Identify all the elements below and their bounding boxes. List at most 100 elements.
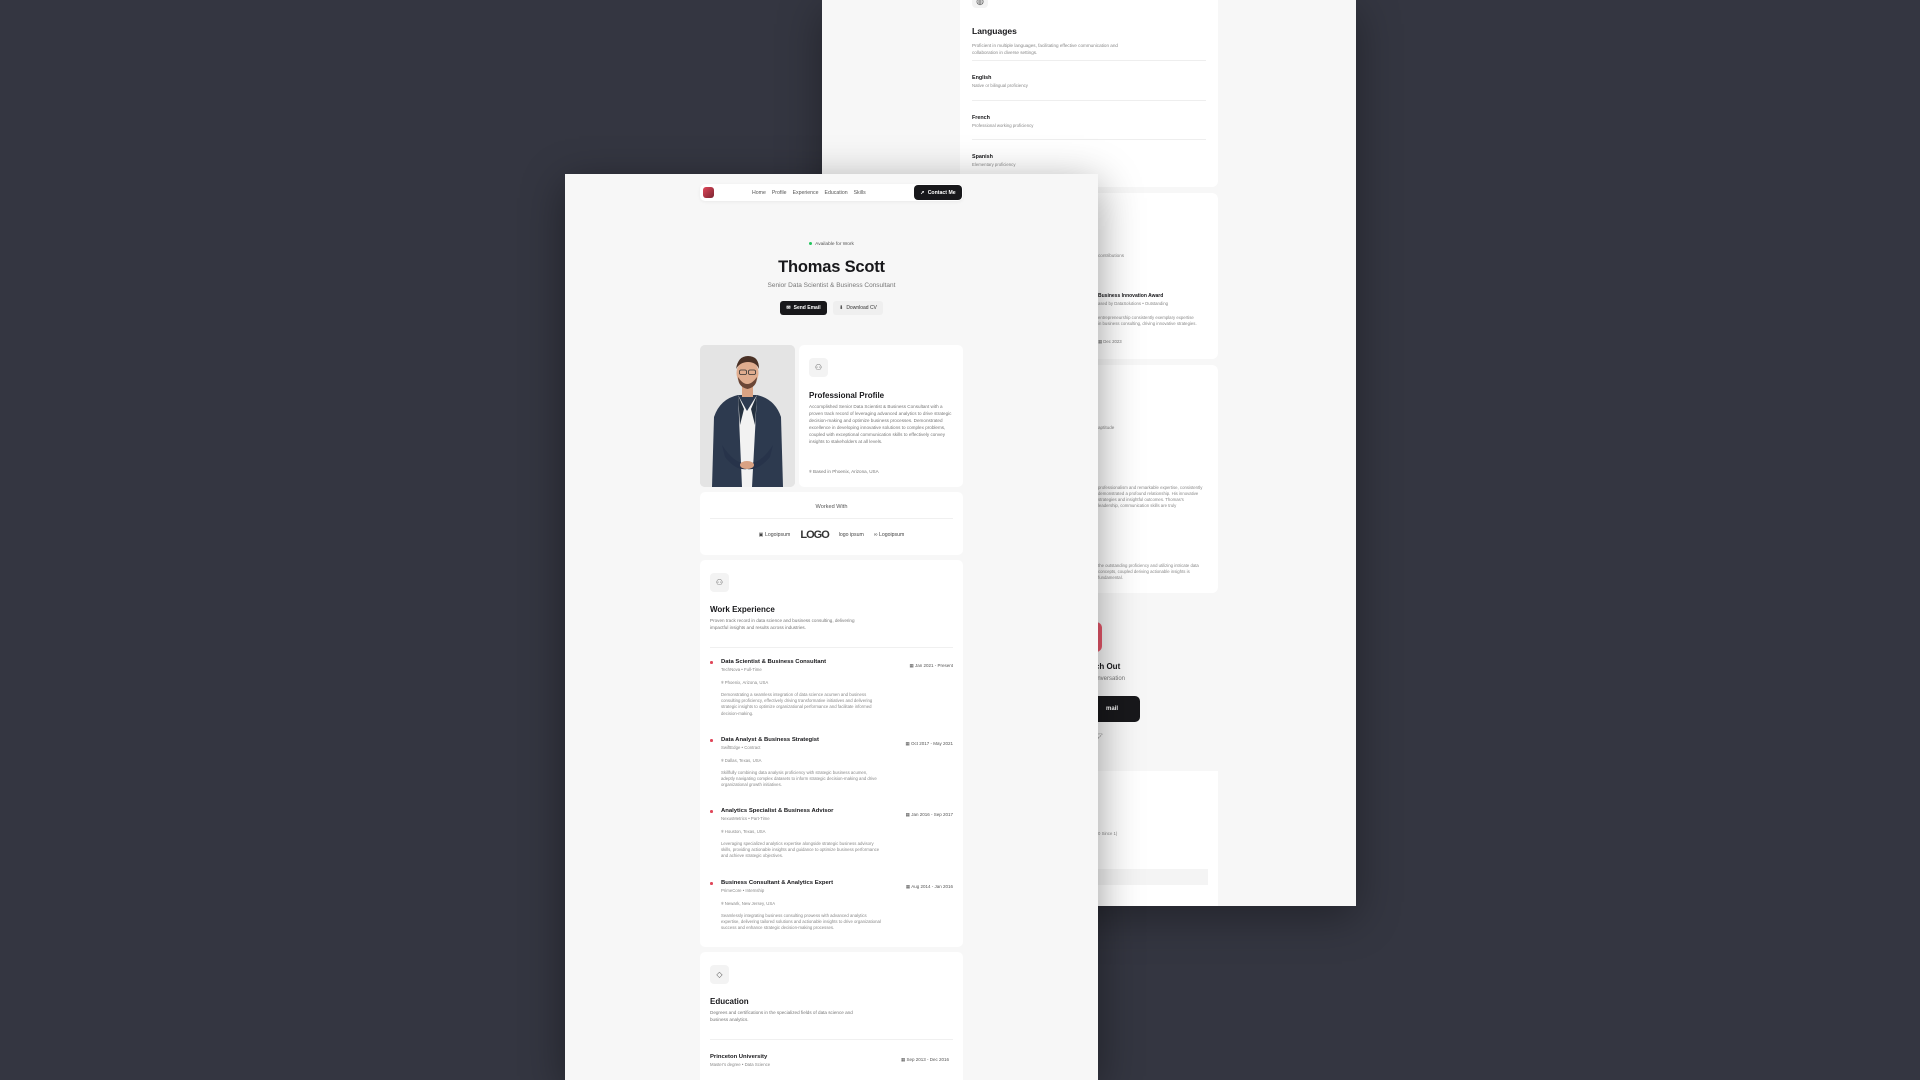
job-description: Leveraging specialized analytics experti… xyxy=(721,841,880,859)
job-location-text: Newark, New Jersey, USA xyxy=(724,901,776,906)
map-pin-icon: ⌾ xyxy=(721,680,724,685)
job-role: Data Analyst & Business Strategist xyxy=(721,737,819,743)
language-item: French Professional working proficiency xyxy=(972,100,1206,135)
profile-location: ⌾ Based in Phoenix, Arizona, USA xyxy=(809,469,879,474)
send-email-button[interactable]: ✉ Send Email xyxy=(780,301,827,315)
calendar-icon: ▦ xyxy=(905,812,910,817)
award-title: Business Innovation Award xyxy=(1098,293,1164,299)
language-level: Elementary proficiency xyxy=(972,162,1016,167)
job-dates: ▦ Aug 2014 - Jan 2016 xyxy=(906,884,953,890)
client-logos: ▣ Logoipsum LOGO logo ipsum ∞ Logoipsum xyxy=(700,529,963,541)
hero-buttons: ✉ Send Email ⬇ Download CV xyxy=(565,301,1098,315)
job-item: Analytics Specialist & Business Advisor … xyxy=(710,808,953,876)
footer-text: 0 Since 1) xyxy=(1098,831,1118,836)
job-dates-text: Aug 2014 - Jan 2016 xyxy=(911,884,953,889)
job-location: ⌾ Newark, New Jersey, USA xyxy=(721,901,775,906)
profile-text: Accomplished Senior Data Scientist & Bus… xyxy=(809,404,952,444)
professional-profile-card: ⚇ Professional Profile Accomplished Seni… xyxy=(799,345,963,487)
job-company: TechNova • Full-Time xyxy=(721,667,762,672)
nav-link-home[interactable]: Home xyxy=(752,190,766,196)
job-item: Data Analyst & Business Strategist Swift… xyxy=(710,737,953,805)
language-name: English xyxy=(972,75,992,81)
front-page-preview: Home Profile Experience Education Skills… xyxy=(565,174,1098,1080)
job-dates: ▦ Oct 2017 - May 2021 xyxy=(905,741,953,747)
timeline-dot xyxy=(710,882,713,885)
job-item: Data Scientist & Business Consultant Tec… xyxy=(710,659,953,727)
download-cv-button[interactable]: ⬇ Download CV xyxy=(833,301,883,315)
job-company: PrimeCore • Internship xyxy=(721,888,765,893)
language-name: Spanish xyxy=(972,154,993,160)
job-location: ⌾ Phoenix, Arizona, USA xyxy=(721,680,768,685)
profile-photo xyxy=(700,345,795,487)
education-school: Princeton University xyxy=(710,1054,768,1060)
experience-description: Proven track record in data science and … xyxy=(710,618,855,630)
languages-card: ◍ Languages Proficient in multiple langu… xyxy=(960,0,1218,187)
job-dates-text: Oct 2017 - May 2021 xyxy=(910,741,953,746)
language-item: Spanish Elementary proficiency xyxy=(972,139,1206,174)
send-icon: ➚ xyxy=(920,189,925,196)
worked-with-card: Worked With ▣ Logoipsum LOGO logo ipsum … xyxy=(700,492,963,555)
education-dates-text: Sep 2013 - Dec 2016 xyxy=(906,1057,949,1062)
contact-me-label: Contact Me xyxy=(927,189,956,196)
profile-location-text: Based in Phoenix, Arizona, USA xyxy=(813,469,879,474)
map-pin-icon: ⌾ xyxy=(809,469,812,474)
job-dates-text: Jan 2021 - Present xyxy=(914,663,953,668)
job-role: Analytics Specialist & Business Advisor xyxy=(721,808,834,814)
job-company: SwiftEdge • Contract xyxy=(721,745,761,750)
map-pin-icon: ⌾ xyxy=(721,901,724,906)
job-location: ⌾ Dallas, Texas, USA xyxy=(721,758,761,763)
user-icon: ⚇ xyxy=(809,358,828,377)
job-dates: ▦ Jan 2016 - Sep 2017 xyxy=(906,812,953,818)
calendar-icon: ▦ xyxy=(909,663,914,668)
divider xyxy=(710,518,953,519)
calendar-icon: ▦ xyxy=(905,741,910,746)
award-date: ▦ Dec 2023 xyxy=(1098,339,1122,344)
download-icon: ⬇ xyxy=(839,305,844,311)
job-role: Business Consultant & Analytics Expert xyxy=(721,880,834,886)
languages-heading: Languages xyxy=(972,26,1017,36)
job-description: Skillfully combining data analysis profi… xyxy=(721,770,877,788)
map-pin-icon: ⌾ xyxy=(721,758,724,763)
education-card: ◇ Education Degrees and certifications i… xyxy=(700,952,963,1080)
client-logo: LOGO xyxy=(800,529,829,541)
hero-title: Senior Data Scientist & Business Consult… xyxy=(767,282,896,289)
job-role: Data Scientist & Business Consultant xyxy=(721,659,827,665)
language-level: Native or bilingual proficiency xyxy=(972,83,1028,88)
contact-me-button[interactable]: ➚ Contact Me xyxy=(914,185,962,200)
client-logo: logo ipsum xyxy=(838,532,864,538)
briefcase-icon: ⚇ xyxy=(710,573,729,592)
nav-links: Home Profile Experience Education Skills xyxy=(752,184,866,201)
education-heading: Education xyxy=(710,997,749,1006)
client-logo: ∞ Logoipsum xyxy=(873,532,905,538)
nav-link-skills[interactable]: Skills xyxy=(854,190,866,196)
work-experience-card: ⚇ Work Experience Proven track record in… xyxy=(700,560,963,947)
globe-icon: ◍ xyxy=(972,0,988,8)
testimonials-intro: aptitude xyxy=(1098,425,1115,430)
education-description: Degrees and certifications in the specia… xyxy=(710,1010,853,1022)
language-level: Professional working proficiency xyxy=(972,123,1034,128)
awards-intro: contributions xyxy=(1098,253,1125,258)
timeline-dot xyxy=(710,739,713,742)
job-location-text: Houston, Texas, USA xyxy=(724,829,766,834)
download-cv-label: Download CV xyxy=(846,305,877,311)
language-name: French xyxy=(972,115,990,121)
hero-name: Thomas Scott xyxy=(778,258,885,276)
worked-with-heading: Worked With xyxy=(815,504,848,510)
profile-heading: Professional Profile xyxy=(809,391,885,400)
map-pin-icon: ⌾ xyxy=(721,829,724,834)
availability-badge: Available for Work xyxy=(565,242,1098,247)
languages-description: Proficient in multiple languages, facili… xyxy=(972,43,1118,55)
experience-heading: Work Experience xyxy=(710,605,775,614)
avatar[interactable] xyxy=(703,187,714,198)
client-logo: ▣ Logoipsum xyxy=(758,532,791,538)
job-location: ⌾ Houston, Texas, USA xyxy=(721,829,766,834)
nav-link-education[interactable]: Education xyxy=(825,190,848,196)
education-dates: ▦ Sep 2013 - Dec 2016 xyxy=(901,1057,949,1063)
nav-link-experience[interactable]: Experience xyxy=(793,190,819,196)
divider xyxy=(710,647,953,648)
timeline-dot xyxy=(710,661,713,664)
job-description: Seamlessly integrating business consulti… xyxy=(721,913,881,931)
job-company: NexusMetrics • Part-Time xyxy=(721,816,770,821)
calendar-icon: ▦ xyxy=(905,884,911,889)
nav-link-profile[interactable]: Profile xyxy=(772,190,787,196)
